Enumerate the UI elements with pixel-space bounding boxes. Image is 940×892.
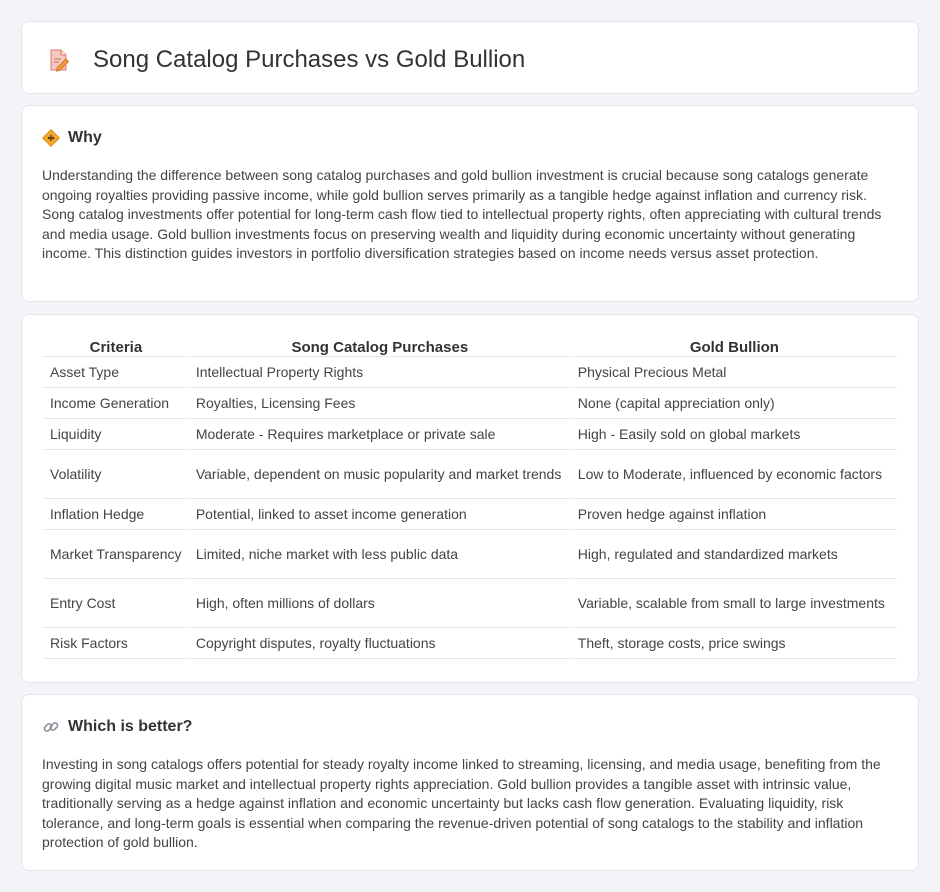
better-text: Investing in song catalogs offers potent…	[42, 756, 881, 850]
diamond-sign-icon	[42, 129, 60, 147]
row-song-catalog: Limited, niche market with less public d…	[189, 530, 570, 579]
row-gold-bullion: Physical Precious Metal	[571, 357, 897, 388]
title-card: Song Catalog Purchases vs Gold Bullion	[21, 21, 919, 94]
header-song-catalog: Song Catalog Purchases	[189, 337, 570, 357]
row-criteria: Volatility	[44, 450, 188, 499]
header-gold-bullion: Gold Bullion	[571, 337, 897, 357]
header-criteria: Criteria	[44, 337, 188, 357]
row-song-catalog: Intellectual Property Rights	[189, 357, 570, 388]
row-gold-bullion: None (capital appreciation only)	[571, 388, 897, 419]
row-gold-bullion: Variable, scalable from small to large i…	[571, 579, 897, 628]
row-song-catalog: Copyright disputes, royalty fluctuations	[189, 628, 570, 659]
row-criteria: Asset Type	[44, 357, 188, 388]
row-criteria: Liquidity	[44, 419, 188, 450]
which-is-better-section: Which is better? Investing in song catal…	[21, 694, 919, 871]
comparison-table: Criteria Song Catalog Purchases Gold Bul…	[42, 337, 899, 659]
row-gold-bullion: Proven hedge against inflation	[571, 499, 897, 530]
better-heading-row: Which is better?	[42, 717, 192, 737]
table-row: Market Transparency Limited, niche marke…	[44, 530, 897, 579]
table-row: Risk Factors Copyright disputes, royalty…	[44, 628, 897, 659]
row-song-catalog: Variable, dependent on music popularity …	[189, 450, 570, 499]
table-header-row: Criteria Song Catalog Purchases Gold Bul…	[44, 337, 897, 357]
row-song-catalog: Royalties, Licensing Fees	[189, 388, 570, 419]
why-text: Understanding the difference between son…	[42, 167, 882, 261]
row-song-catalog: Moderate - Requires marketplace or priva…	[189, 419, 570, 450]
row-song-catalog: Potential, linked to asset income genera…	[189, 499, 570, 530]
table-row: Income Generation Royalties, Licensing F…	[44, 388, 897, 419]
row-criteria: Income Generation	[44, 388, 188, 419]
row-gold-bullion: Low to Moderate, influenced by economic …	[571, 450, 897, 499]
table-row: Entry Cost High, often millions of dolla…	[44, 579, 897, 628]
row-gold-bullion: High, regulated and standardized markets	[571, 530, 897, 579]
why-section: Why Understanding the difference between…	[21, 105, 919, 302]
document-pencil-icon	[48, 48, 70, 72]
row-gold-bullion: Theft, storage costs, price swings	[571, 628, 897, 659]
better-heading: Which is better?	[68, 718, 193, 735]
table-row: Asset Type Intellectual Property Rights …	[44, 357, 897, 388]
row-criteria: Market Transparency	[44, 530, 188, 579]
link-icon	[42, 718, 60, 736]
why-heading: Why	[68, 129, 102, 146]
row-gold-bullion: High - Easily sold on global markets	[571, 419, 897, 450]
row-criteria: Risk Factors	[44, 628, 188, 659]
row-criteria: Entry Cost	[44, 579, 188, 628]
comparison-section: Criteria Song Catalog Purchases Gold Bul…	[21, 314, 919, 683]
table-row: Liquidity Moderate - Requires marketplac…	[44, 419, 897, 450]
table-row: Inflation Hedge Potential, linked to ass…	[44, 499, 897, 530]
why-heading-row: Why	[42, 128, 102, 148]
row-song-catalog: High, often millions of dollars	[189, 579, 570, 628]
table-row: Volatility Variable, dependent on music …	[44, 450, 897, 499]
page-title: Song Catalog Purchases vs Gold Bullion	[93, 46, 526, 73]
row-criteria: Inflation Hedge	[44, 499, 188, 530]
